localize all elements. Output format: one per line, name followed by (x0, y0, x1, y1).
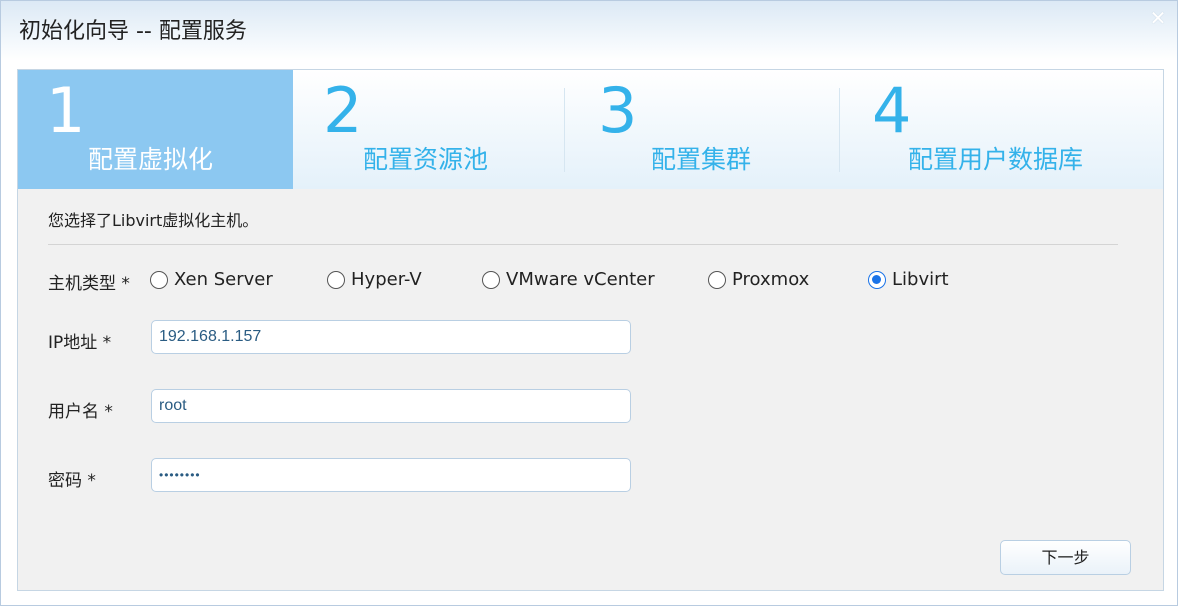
title-bar[interactable]: 初始化向导 -- 配置服务 ✕ (1, 1, 1177, 57)
radio-button-icon[interactable] (327, 270, 345, 289)
radio-button-checked-icon[interactable] (868, 270, 886, 289)
step-3-configure-cluster[interactable]: 3 配置集群 (565, 70, 839, 189)
radio-label: VMware vCenter (506, 269, 655, 290)
radio-hyper-v[interactable]: Hyper-V (327, 269, 422, 290)
step-label: 配置用户数据库 (908, 145, 1084, 174)
password-input[interactable]: •••••••• (151, 458, 631, 492)
next-button[interactable]: 下一步 (1000, 540, 1131, 575)
radio-label: Proxmox (732, 269, 810, 290)
radio-proxmox[interactable]: Proxmox (708, 269, 809, 290)
step-number: 4 (872, 74, 912, 147)
wizard-panel: 1 配置虚拟化 2 配置资源池 3 配置集群 4 配置用户数据库 您选择了Lib… (17, 69, 1164, 591)
step-label: 配置资源池 (363, 145, 489, 174)
radio-libvirt[interactable]: Libvirt (868, 269, 949, 290)
username-label: 用户名 * (48, 402, 113, 422)
init-wizard-dialog: 初始化向导 -- 配置服务 ✕ 1 配置虚拟化 2 配置资源池 3 配置集群 4… (0, 0, 1178, 606)
step-2-configure-resource-pool[interactable]: 2 配置资源池 (293, 70, 564, 189)
selection-info-text: 您选择了Libvirt虚拟化主机。 (48, 211, 259, 230)
radio-label: Libvirt (892, 269, 949, 290)
radio-label: Hyper-V (351, 269, 422, 290)
step-number: 1 (46, 74, 86, 147)
step-label: 配置集群 (651, 145, 752, 174)
radio-vmware-vcenter[interactable]: VMware vCenter (482, 269, 655, 290)
radio-button-icon[interactable] (150, 270, 168, 289)
password-label: 密码 * (48, 471, 96, 491)
radio-button-icon[interactable] (482, 270, 500, 289)
close-icon[interactable]: ✕ (1149, 8, 1167, 28)
username-input[interactable]: root (151, 389, 631, 423)
step-label: 配置虚拟化 (88, 145, 214, 174)
radio-label: Xen Server (174, 269, 273, 290)
step-4-configure-user-database[interactable]: 4 配置用户数据库 (840, 70, 1163, 189)
step-1-configure-virtualization[interactable]: 1 配置虚拟化 (18, 70, 293, 189)
dialog-title: 初始化向导 -- 配置服务 (19, 19, 247, 44)
ip-address-input[interactable]: 192.168.1.157 (151, 320, 631, 354)
ip-address-label: IP地址 * (48, 333, 112, 353)
step-number: 3 (598, 74, 638, 147)
host-type-label: 主机类型 * (48, 274, 130, 294)
step-number: 2 (323, 74, 363, 147)
divider (48, 244, 1118, 245)
form-content: 您选择了Libvirt虚拟化主机。 主机类型 * Xen Server Hype… (18, 189, 1163, 590)
radio-xen-server[interactable]: Xen Server (150, 269, 273, 290)
radio-button-icon[interactable] (708, 270, 726, 289)
wizard-steps: 1 配置虚拟化 2 配置资源池 3 配置集群 4 配置用户数据库 (18, 70, 1163, 189)
